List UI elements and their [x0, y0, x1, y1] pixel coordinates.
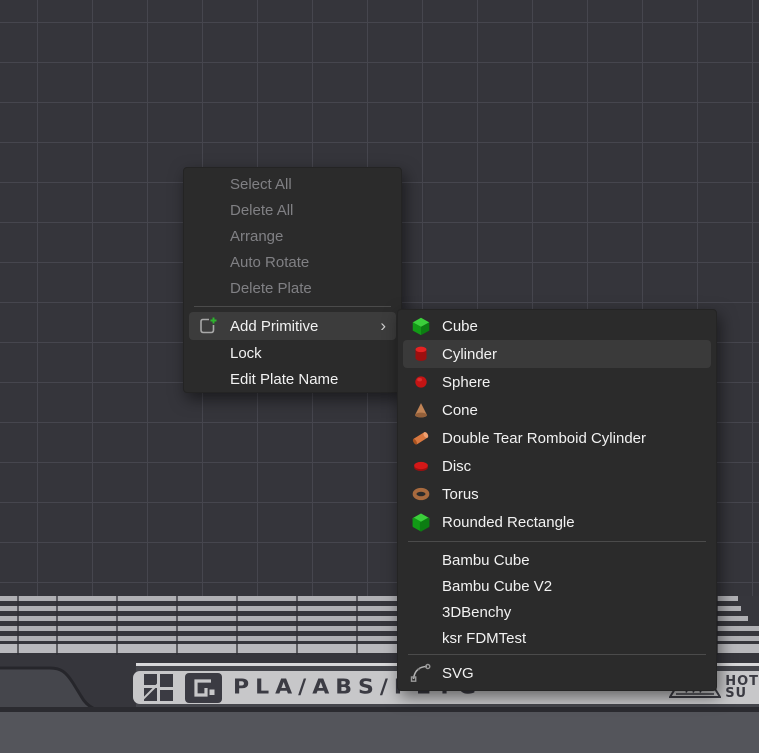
add-primitive-icon: [197, 316, 230, 336]
menu-item-add-primitive[interactable]: Add Primitive ›: [189, 312, 396, 340]
menu-item-delete-all: Delete All: [189, 197, 396, 223]
menu-item-label: Delete Plate: [230, 280, 312, 297]
submenu-item-cone[interactable]: Cone: [403, 396, 711, 424]
cone-icon: [409, 399, 433, 421]
menu-separator: [194, 306, 391, 307]
submenu-item-svg[interactable]: SVG: [403, 658, 711, 688]
submenu-item-label: Sphere: [442, 374, 490, 391]
torus-icon: [409, 483, 433, 505]
viewport: PLA/ABS/PETG HOT SU Select All Delete Al…: [0, 0, 759, 753]
submenu-item-label: Cone: [442, 402, 478, 419]
submenu-separator: [408, 541, 706, 542]
double-tear-romboid-cylinder-icon: [409, 427, 433, 449]
submenu-item-ksr-fdmtest[interactable]: ksr FDMTest: [403, 625, 711, 651]
submenu-item-label: Double Tear Romboid Cylinder: [442, 430, 646, 447]
submenu-item-sphere[interactable]: Sphere: [403, 368, 711, 396]
disc-icon: [409, 455, 433, 477]
menu-item-label: Lock: [230, 345, 262, 362]
submenu-item-label: Bambu Cube: [442, 552, 530, 569]
bambu-logo-icon: [144, 674, 174, 701]
menu-item-label: Delete All: [230, 202, 293, 219]
corner-text-line2: SU: [725, 688, 759, 700]
context-menu: Select All Delete All Arrange Auto Rotat…: [183, 167, 402, 393]
add-primitive-submenu: Cube Cylinder Sphere: [397, 309, 717, 691]
plate-corner-notch: [0, 663, 136, 712]
menu-item-select-all: Select All: [189, 171, 396, 197]
menu-item-label: Auto Rotate: [230, 254, 309, 271]
submenu-item-label: 3DBenchy: [442, 604, 511, 621]
submenu-item-label: ksr FDMTest: [442, 630, 526, 647]
menu-item-auto-rotate: Auto Rotate: [189, 249, 396, 275]
submenu-item-bambu-cube[interactable]: Bambu Cube: [403, 547, 711, 573]
menu-item-delete-plate: Delete Plate: [189, 275, 396, 301]
submenu-item-label: Rounded Rectangle: [442, 514, 575, 531]
menu-item-lock[interactable]: Lock: [189, 340, 396, 366]
submenu-item-bambu-cube-v2[interactable]: Bambu Cube V2: [403, 573, 711, 599]
submenu-item-torus[interactable]: Torus: [403, 480, 711, 508]
sphere-icon: [409, 371, 433, 393]
submenu-item-cylinder[interactable]: Cylinder: [403, 340, 711, 368]
submenu-item-label: Cylinder: [442, 346, 497, 363]
menu-item-edit-plate-name[interactable]: Edit Plate Name: [189, 366, 396, 392]
cylinder-icon: [409, 343, 433, 365]
plate-type-logo-icon: [185, 673, 222, 703]
menu-item-arrange: Arrange: [189, 223, 396, 249]
rounded-rectangle-icon: [409, 511, 433, 533]
menu-item-label: Select All: [230, 176, 292, 193]
bezier-curve-icon: [409, 662, 433, 684]
cube-icon: [409, 315, 433, 337]
menu-item-label: Arrange: [230, 228, 283, 245]
submenu-item-label: Disc: [442, 458, 471, 475]
submenu-item-label: Cube: [442, 318, 478, 335]
area-below-plate: [0, 712, 759, 753]
submenu-separator: [408, 654, 706, 655]
submenu-item-label: Torus: [442, 486, 479, 503]
submenu-item-3dbenchy[interactable]: 3DBenchy: [403, 599, 711, 625]
menu-item-label: Edit Plate Name: [230, 371, 338, 388]
menu-item-label: Add Primitive: [230, 318, 318, 335]
submenu-item-label: SVG: [442, 665, 474, 682]
submenu-item-disc[interactable]: Disc: [403, 452, 711, 480]
submenu-arrow-icon: ›: [380, 316, 386, 336]
submenu-item-rounded-rectangle[interactable]: Rounded Rectangle: [403, 508, 711, 536]
submenu-item-cube[interactable]: Cube: [403, 312, 711, 340]
submenu-item-double-tear-romboid-cylinder[interactable]: Double Tear Romboid Cylinder: [403, 424, 711, 452]
submenu-item-label: Bambu Cube V2: [442, 578, 552, 595]
